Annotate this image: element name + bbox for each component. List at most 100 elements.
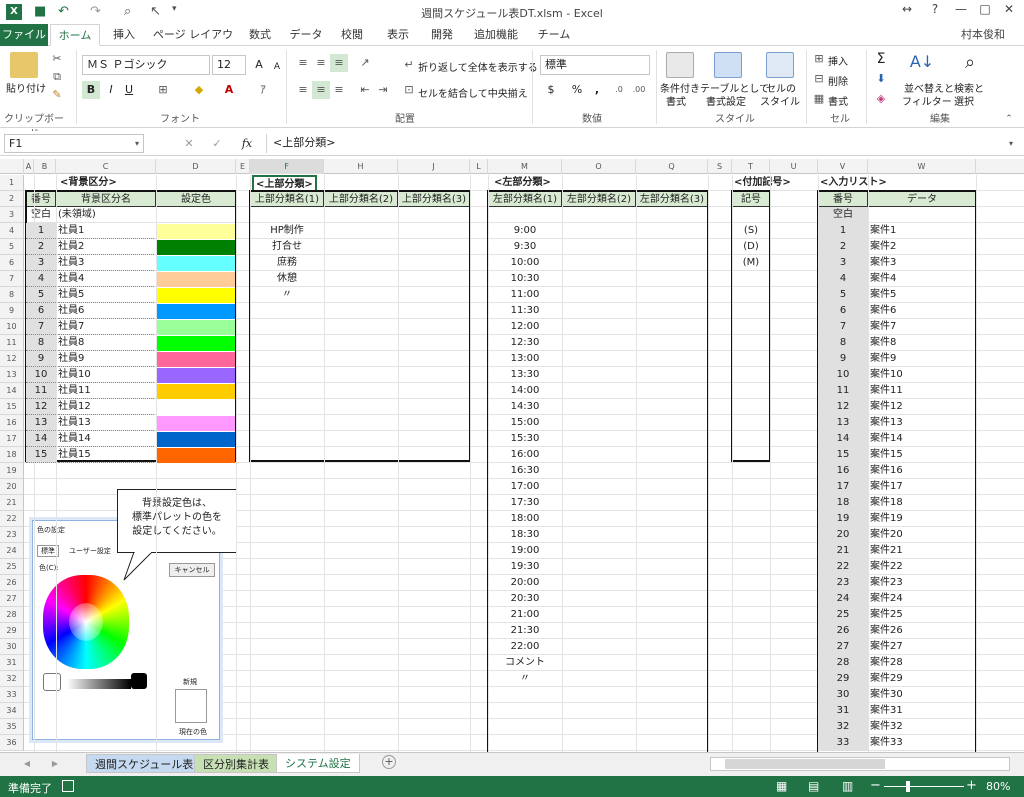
align-left-icon[interactable]: ≡ [294,81,312,99]
increase-font-icon[interactable]: A [250,56,268,74]
paste-button[interactable]: 貼り付け [6,80,46,95]
find-select-button-line2[interactable]: 選択 [954,93,974,108]
tab-data[interactable]: データ [286,24,326,46]
column-header[interactable]: L [470,159,488,174]
phonetic-icon[interactable]: ｱ [254,81,272,99]
bg-color-swatch[interactable] [157,448,235,463]
bg-name[interactable]: 社員12 [58,399,154,415]
top-item[interactable]: 〃 [250,287,324,303]
add-sheet-icon[interactable]: + [382,755,396,769]
input-item[interactable]: 案件26 [870,623,974,639]
row-header[interactable]: 5 [0,239,24,255]
row-header[interactable]: 26 [0,575,24,591]
row-header[interactable]: 18 [0,447,24,463]
left-item[interactable]: 15:00 [488,415,562,431]
cancel-entry-icon[interactable]: ✕ [180,135,198,153]
resize-icon[interactable]: ↔ [894,2,920,22]
input-item[interactable]: 案件20 [870,527,974,543]
row-header[interactable]: 8 [0,287,24,303]
percent-button[interactable]: % [568,81,586,99]
row-header[interactable]: 30 [0,639,24,655]
left-item[interactable]: 21:30 [488,623,562,639]
left-item[interactable]: 20:30 [488,591,562,607]
merge-center-icon[interactable]: ⊡ [400,81,418,99]
row-header[interactable]: 6 [0,255,24,271]
bg-name[interactable]: 社員13 [58,415,154,431]
cell-styles-icon[interactable] [766,52,794,78]
left-item[interactable]: 12:00 [488,319,562,335]
top-item[interactable]: HP制作 [250,223,324,239]
mark-item[interactable]: (S) [732,223,770,239]
row-header[interactable]: 22 [0,511,24,527]
page-layout-icon[interactable]: ▤ [808,779,819,793]
column-header[interactable]: J [398,159,470,174]
row-header[interactable]: 29 [0,623,24,639]
left-item[interactable]: 14:30 [488,399,562,415]
tab-formulas[interactable]: 数式 [240,24,280,46]
zoom-slider-thumb[interactable] [906,781,910,792]
mark-item[interactable]: (M) [732,255,770,271]
normal-view-icon[interactable]: ▦ [776,779,787,793]
left-item[interactable]: 17:00 [488,479,562,495]
left-item[interactable]: 9:30 [488,239,562,255]
conditional-format-button-line2[interactable]: 書式 [666,93,686,108]
row-header[interactable]: 7 [0,271,24,287]
row-header[interactable]: 21 [0,495,24,511]
row-header[interactable]: 10 [0,319,24,335]
bg-color-swatch[interactable] [157,400,235,415]
left-item[interactable]: 18:30 [488,527,562,543]
left-item[interactable]: 16:30 [488,463,562,479]
format-painter-icon[interactable]: ✎ [48,86,66,104]
column-header[interactable]: D [156,159,236,174]
tab-team[interactable]: チーム [532,24,576,46]
bg-color-swatch[interactable] [157,336,235,351]
input-item[interactable]: 案件2 [870,239,974,255]
left-item[interactable]: 19:30 [488,559,562,575]
column-header[interactable]: H [324,159,398,174]
row-header[interactable]: 15 [0,399,24,415]
tab-review[interactable]: 校閲 [332,24,372,46]
input-item[interactable]: 案件9 [870,351,974,367]
italic-button[interactable]: I [102,81,120,99]
left-item[interactable]: 12:30 [488,335,562,351]
column-header[interactable]: S [708,159,732,174]
input-item[interactable]: 案件21 [870,543,974,559]
column-header[interactable]: B [34,159,56,174]
orientation-icon[interactable]: ↗ [356,54,374,72]
input-item[interactable]: 案件25 [870,607,974,623]
input-item[interactable]: 案件1 [870,223,974,239]
row-header[interactable]: 16 [0,415,24,431]
left-item[interactable]: 21:00 [488,607,562,623]
left-item[interactable]: 10:00 [488,255,562,271]
zoom-level[interactable]: 80% [986,780,1010,793]
bg-name[interactable]: 社員9 [58,351,154,367]
left-item[interactable]: 10:30 [488,271,562,287]
input-item[interactable]: 案件11 [870,383,974,399]
prev-sheet-icon[interactable]: ◀ [18,755,36,773]
row-header[interactable]: 2 [0,191,24,207]
help-icon[interactable]: ? [922,2,948,22]
bg-name[interactable]: 社員2 [58,239,154,255]
row-header[interactable]: 36 [0,735,24,751]
insert-cells-button[interactable]: 挿入 [828,53,848,68]
column-header[interactable]: F [250,159,324,174]
maximize-button[interactable]: □ [972,2,998,22]
left-item[interactable]: 16:00 [488,447,562,463]
bg-color-swatch[interactable] [157,368,235,383]
delete-cells-button[interactable]: 削除 [828,73,848,88]
input-item[interactable]: 案件18 [870,495,974,511]
user-name[interactable]: 村本俊和 [950,24,1016,46]
bg-name[interactable]: 社員6 [58,303,154,319]
next-sheet-icon[interactable]: ▶ [46,755,64,773]
input-item[interactable]: 案件23 [870,575,974,591]
left-item[interactable]: 17:30 [488,495,562,511]
borders-icon[interactable]: ⊞ [154,81,172,99]
clear-icon[interactable]: ◈ [872,90,890,108]
formula-input[interactable]: <上部分類> [266,134,1020,153]
bg-color-swatch[interactable] [157,256,235,271]
align-right-icon[interactable]: ≡ [330,81,348,99]
input-item[interactable]: 案件13 [870,415,974,431]
column-header[interactable]: W [868,159,976,174]
row-header[interactable]: 9 [0,303,24,319]
input-item[interactable]: 案件10 [870,367,974,383]
